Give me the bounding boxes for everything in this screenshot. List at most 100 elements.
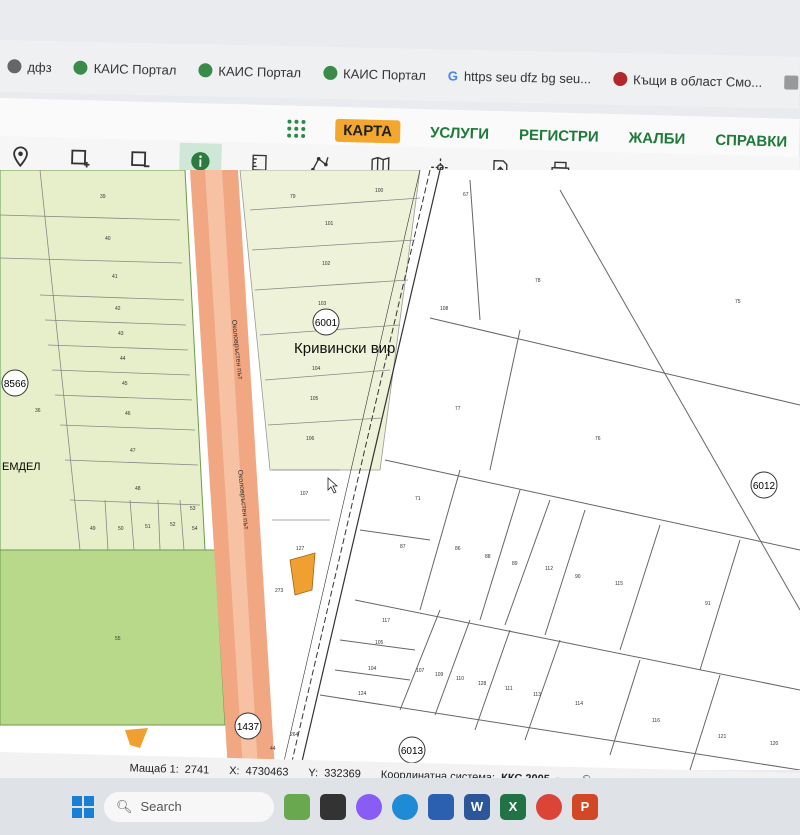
plot-number: 78 — [535, 278, 541, 284]
place-name: Кривински вир — [294, 340, 395, 357]
plot-number: 121 — [718, 734, 727, 740]
plot-number: 128 — [478, 681, 487, 687]
kais-icon — [73, 60, 88, 75]
plot-number: 106 — [306, 436, 315, 442]
search-icon: 🔍︎ — [116, 798, 133, 814]
bookmark-label: КАИС Портал — [342, 65, 426, 83]
taskbar-search[interactable]: 🔍︎ Search — [104, 791, 274, 822]
taskbar-search-placeholder: Search — [140, 799, 182, 814]
plot-number: 107 — [416, 668, 425, 674]
plot-number: 109 — [435, 672, 444, 678]
bookmark-dfz[interactable]: дфз — [7, 59, 52, 75]
plot-number: 104 — [312, 366, 321, 372]
cadastral-area-label: 1437 — [237, 722, 260, 733]
plot-number: 100 — [375, 188, 384, 194]
apps-grid-icon[interactable] — [287, 119, 306, 138]
bookmark-pu[interactable]: Пу — [784, 75, 800, 91]
plot-number: 86 — [455, 546, 461, 552]
nav-uslugi[interactable]: УСЛУГИ — [430, 124, 489, 143]
plot-number: 43 — [118, 331, 124, 337]
plot-number: 90 — [575, 574, 581, 580]
windows-taskbar: 🔍︎ Search W X P — [0, 778, 800, 835]
chrome-icon[interactable] — [536, 793, 562, 820]
store-icon[interactable] — [428, 793, 454, 820]
cadastral-area-label: 6012 — [753, 481, 776, 492]
plot-number: 48 — [135, 486, 141, 492]
bookmark-label: Къщи в област Смо... — [632, 71, 763, 90]
x-label: X: — [229, 765, 240, 778]
plot-number: 108 — [440, 306, 449, 312]
plot-number: 273 — [275, 588, 284, 594]
scale-value[interactable]: 2741 — [185, 764, 210, 777]
mouse-cursor-icon — [327, 477, 339, 494]
bookmark-kais-2[interactable]: КАИС Портал — [198, 63, 301, 80]
bookmark-kais-3[interactable]: КАИС Портал — [322, 65, 426, 83]
map-canvas[interactable]: 6001 8566 6012 1437 6013 Кривински вир Е… — [0, 170, 800, 770]
plot-number: 46 — [125, 411, 131, 417]
plot-number: 41 — [112, 274, 118, 280]
plot-number: 103 — [318, 301, 327, 307]
cadastral-area-label: 6001 — [315, 318, 338, 329]
cadastral-area-label: 6013 — [401, 746, 424, 757]
plot-number: 88 — [485, 554, 491, 560]
plot-number: 107 — [300, 491, 309, 497]
cadastral-map[interactable]: 6001 8566 6012 1437 6013 Кривински вир Е… — [0, 170, 800, 770]
plot-number: 40 — [105, 236, 111, 242]
plot-number: 79 — [290, 194, 296, 200]
plot-number: 42 — [115, 306, 121, 312]
plot-number: 105 — [310, 396, 319, 402]
plot-number: 114 — [575, 701, 583, 707]
plot-number: 44 — [270, 746, 276, 752]
plot-number: 113 — [533, 692, 541, 698]
nav-zhalbi[interactable]: ЖАЛБИ — [628, 129, 685, 147]
bookmark-kais-1[interactable]: КАИС Портал — [73, 60, 177, 77]
task-view-icon[interactable] — [320, 793, 346, 820]
word-icon[interactable]: W — [464, 793, 490, 820]
plot-number: 110 — [456, 676, 464, 682]
plot-number: 77 — [455, 406, 461, 412]
plot-number: 124 — [358, 691, 367, 697]
globe-icon — [7, 59, 22, 74]
edge-icon[interactable] — [392, 793, 418, 820]
nav-registri[interactable]: РЕГИСТРИ — [519, 126, 599, 145]
page-icon — [784, 75, 799, 90]
plot-number: 120 — [770, 741, 779, 747]
plot-number: 54 — [192, 526, 198, 532]
red-site-icon — [612, 71, 628, 87]
plot-number: 52 — [170, 522, 176, 528]
plot-number: 67 — [463, 192, 469, 198]
plot-number: 102 — [322, 261, 331, 267]
bookmark-label: КАИС Портал — [218, 63, 302, 80]
bookmarks-bar: дфз КАИС Портал КАИС Портал КАИС Портал … — [0, 40, 800, 109]
plot-number: 105 — [375, 640, 384, 646]
x-value: 4730463 — [245, 765, 289, 779]
plot-number: 127 — [296, 546, 305, 552]
nav-karta[interactable]: КАРТА — [334, 118, 401, 143]
plot-number: 76 — [595, 436, 601, 442]
excel-icon[interactable]: X — [500, 793, 526, 820]
copilot-icon[interactable] — [356, 793, 382, 820]
plot-number: 36 — [35, 408, 41, 414]
plot-number: 115 — [615, 581, 623, 587]
area-fragment-label: ЕМДЕЛ — [2, 461, 41, 473]
plot-number: 71 — [415, 496, 421, 502]
plot-number: 44 — [120, 356, 126, 362]
plot-number: 75 — [735, 299, 741, 305]
windows-start-icon[interactable] — [72, 795, 94, 818]
plot-number: 49 — [90, 526, 96, 532]
scale-label: Мащаб 1: — [129, 762, 179, 776]
bookmark-houses[interactable]: Къщи в област Смо... — [612, 71, 763, 90]
plot-number: 101 — [325, 221, 334, 227]
widgets-icon[interactable] — [284, 793, 310, 820]
nav-spravki[interactable]: СПРАВКИ — [715, 131, 787, 150]
plot-number: 104 — [368, 666, 377, 672]
kais-icon — [322, 65, 338, 81]
plot-number: 112 — [545, 566, 553, 572]
plot-number: 116 — [652, 718, 660, 724]
plot-number: 47 — [130, 448, 136, 454]
powerpoint-icon[interactable]: P — [572, 793, 598, 820]
plot-number: 39 — [100, 194, 106, 200]
google-icon: G — [447, 67, 459, 84]
plot-number: 51 — [145, 524, 151, 530]
bookmark-seu-dfz[interactable]: G https seu dfz bg seu... — [448, 68, 592, 86]
